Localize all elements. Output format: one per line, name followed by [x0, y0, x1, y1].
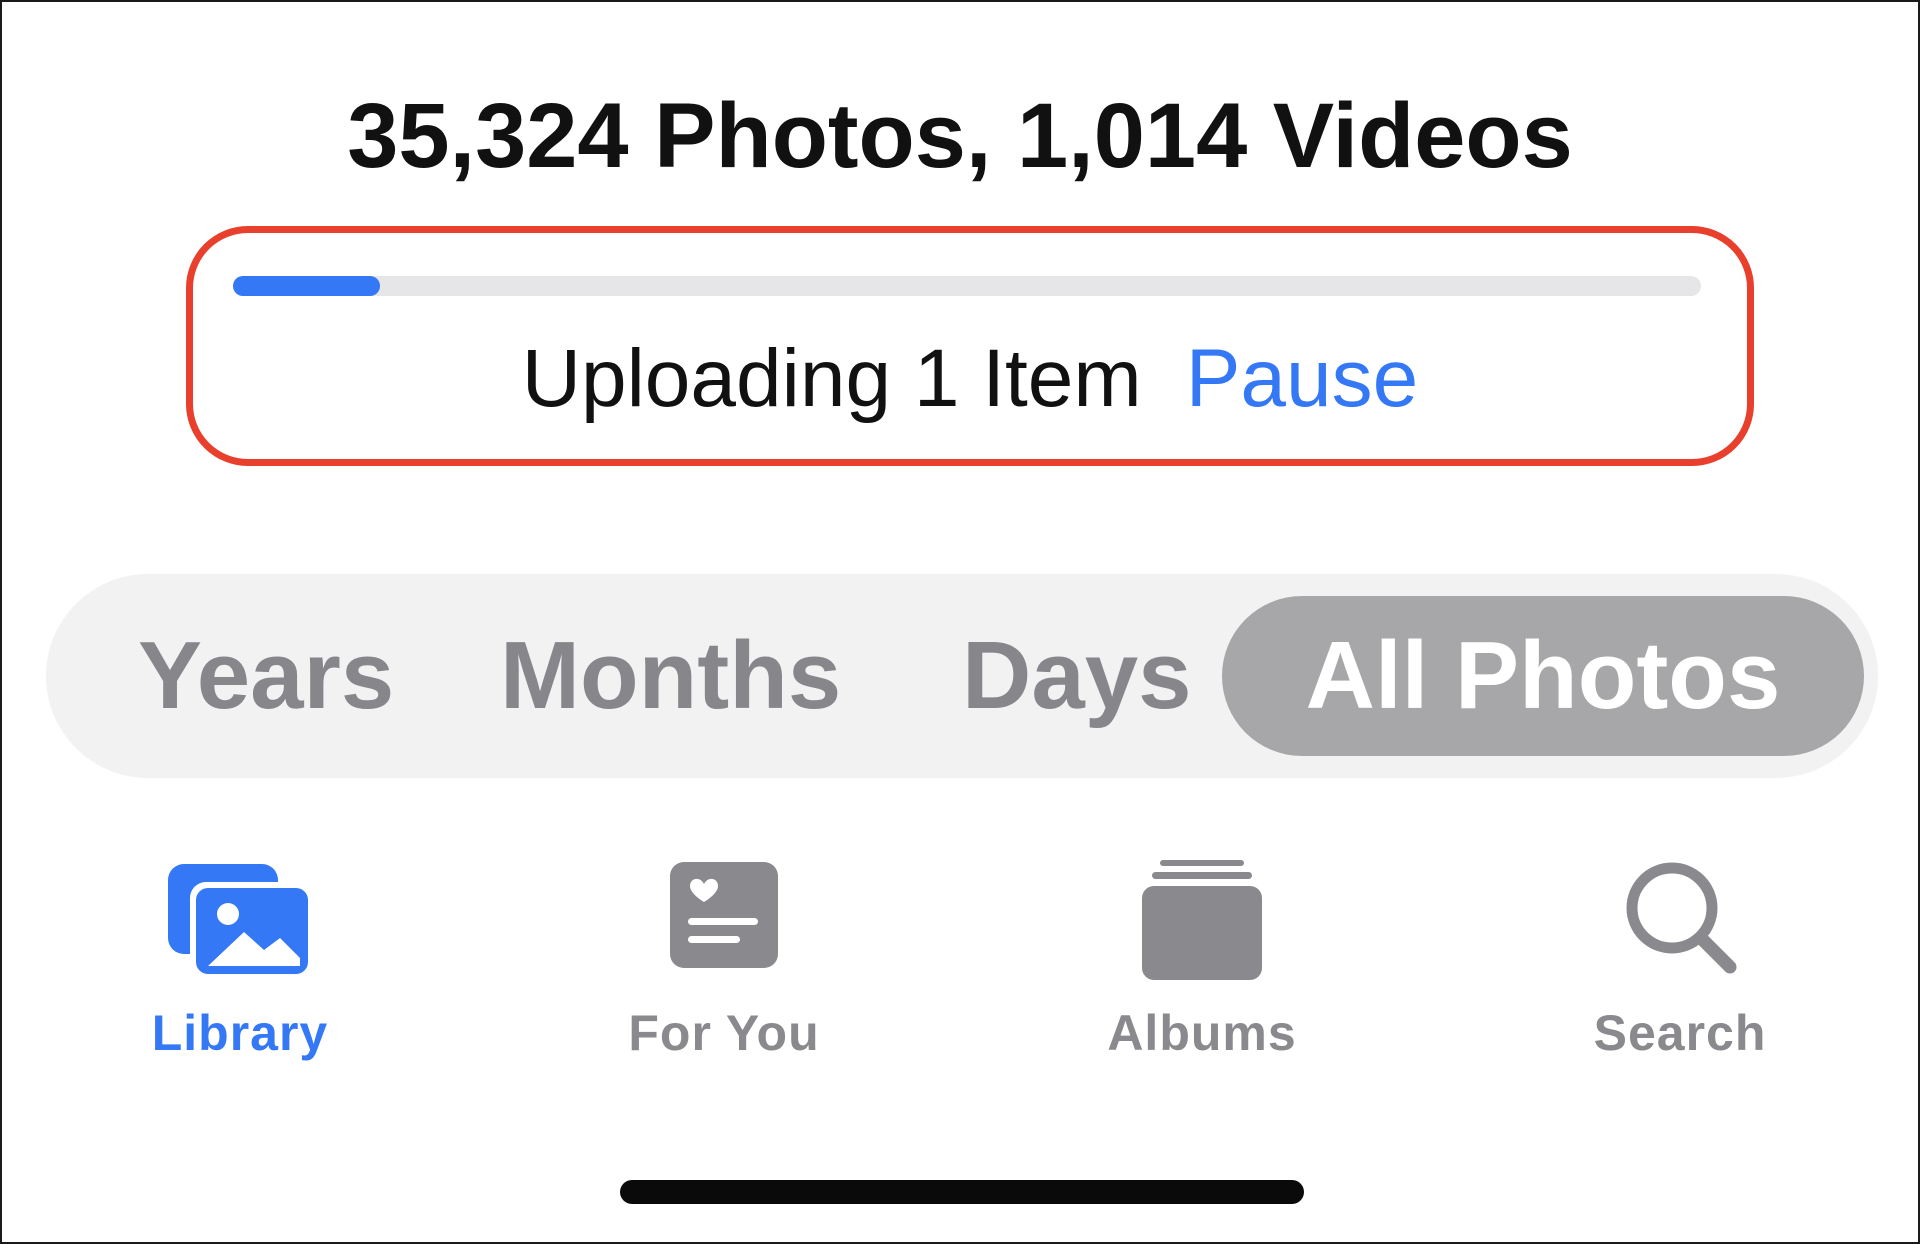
search-icon — [1626, 862, 1737, 974]
upload-status-box: Uploading 1 Item Pause — [186, 226, 1754, 466]
view-segmented-control: Years Months Days All Photos — [46, 574, 1878, 778]
segment-months[interactable]: Months — [500, 574, 841, 778]
segment-days[interactable]: Days — [962, 574, 1192, 778]
upload-status-row: Uploading 1 Item Pause — [193, 338, 1747, 420]
tab-label-search: Search — [1593, 1005, 1767, 1061]
tab-label-for-you: For You — [628, 1005, 820, 1061]
tab-library[interactable]: Library — [90, 842, 390, 1082]
for-you-heart-card-icon — [670, 862, 778, 968]
photo-library-icon — [168, 864, 314, 980]
tab-albums[interactable]: Albums — [1052, 842, 1352, 1082]
segment-years[interactable]: Years — [138, 574, 394, 778]
tab-search[interactable]: Search — [1530, 842, 1830, 1082]
home-indicator[interactable] — [620, 1180, 1304, 1204]
screen-frame: 35,324 Photos, 1,014 Videos Uploading 1 … — [0, 0, 1920, 1244]
upload-progress-fill — [233, 276, 380, 296]
pause-button[interactable]: Pause — [1186, 333, 1419, 424]
albums-stack-icon — [1142, 860, 1262, 980]
upload-progress-bar — [233, 276, 1701, 296]
tab-for-you[interactable]: For You — [574, 842, 874, 1082]
tab-label-library: Library — [151, 1005, 329, 1061]
segment-all-photos[interactable]: All Photos — [1222, 596, 1864, 756]
tab-bar: Library For You Albums Search — [2, 842, 1920, 1082]
tab-label-albums: Albums — [1107, 1005, 1297, 1061]
upload-status-text: Uploading 1 Item — [521, 333, 1142, 424]
library-count-title: 35,324 Photos, 1,014 Videos — [347, 85, 1573, 187]
